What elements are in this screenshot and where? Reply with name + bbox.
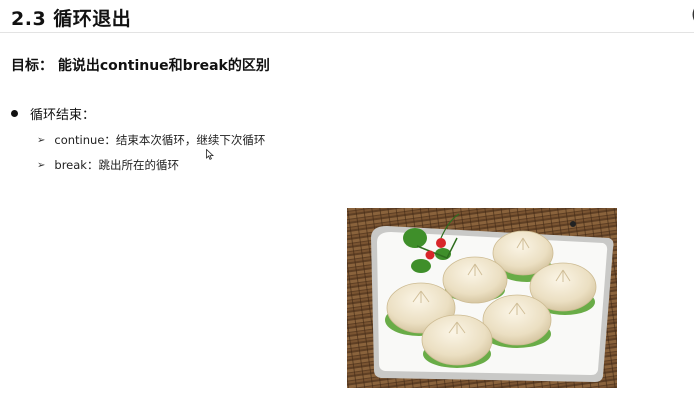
arrow-bullet-icon: ➢ [37, 134, 46, 146]
dumplings-photo [347, 208, 617, 388]
arrow-bullet-icon: ➢ [37, 159, 46, 171]
dumplings-illustration [347, 208, 617, 388]
subitem-continue-text: continue：结束本次循环，继续下次循环 [54, 133, 266, 147]
subitem-break-text: break：跳出所在的循环 [54, 158, 179, 172]
bullet-item: 循环结束： [11, 104, 95, 123]
slide: 2.3 循环退出 ( 目标： 能说出continue和break的区别 循环结束… [0, 0, 694, 406]
subitem-continue: ➢ continue：结束本次循环，继续下次循环 [37, 132, 265, 148]
bullet-text: 循环结束： [30, 108, 96, 123]
subitem-break: ➢ break：跳出所在的循环 [37, 157, 179, 173]
goal-heading: 目标： 能说出continue和break的区别 [11, 58, 270, 74]
bullet-dot-icon [11, 110, 18, 117]
title-bar: 2.3 循环退出 ( [0, 0, 694, 33]
slide-title: 2.3 循环退出 [11, 8, 132, 30]
mouse-cursor-icon [206, 149, 214, 160]
